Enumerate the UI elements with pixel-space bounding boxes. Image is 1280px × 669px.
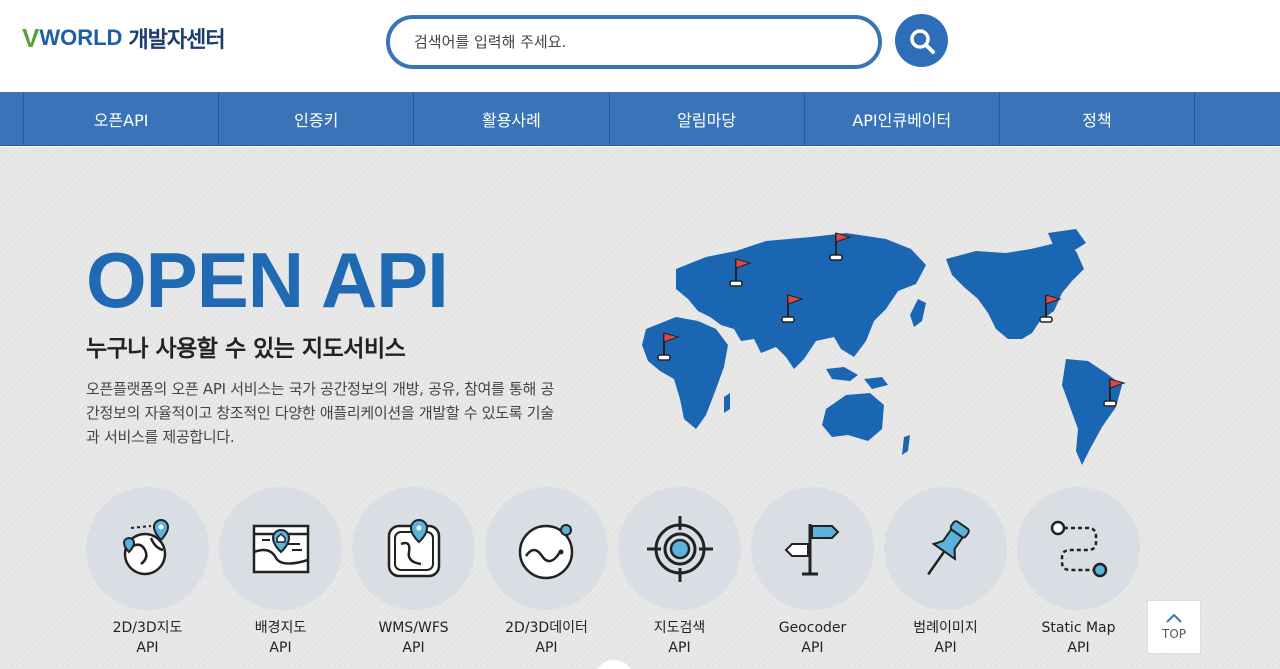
hero-subtitle: 누구나 사용할 수 있는 지도서비스: [86, 336, 406, 362]
logo-text: 개발자센터: [128, 28, 225, 53]
api-icon-circle: [1017, 487, 1140, 610]
api-label: WMS/WFS API: [378, 620, 449, 656]
hero-description: 오픈플랫폼의 오픈 API 서비스는 국가 공간정보의 개방, 공유, 참여를 …: [86, 380, 554, 446]
api-item-geocoder[interactable]: Geocoder API: [751, 487, 874, 658]
logo-v: V: [22, 22, 40, 53]
scroll-top-label: TOP: [1161, 627, 1186, 641]
api-list: 2D/3D지도 API 배경지도 API WMS/WFS API 2D/3D데이…: [86, 487, 1140, 658]
api-icon-circle: [86, 487, 209, 610]
api-item-base-map[interactable]: 배경지도 API: [219, 487, 342, 658]
search-box: [386, 15, 882, 69]
hero-section: OPEN API 누구나 사용할 수 있는 지도서비스 오픈플랫폼의 오픈 AP…: [0, 147, 1280, 669]
api-label: 범례이미지 API: [913, 620, 978, 656]
api-label: Geocoder API: [778, 620, 847, 656]
search-input[interactable]: [390, 19, 878, 65]
route-icon: [1050, 520, 1107, 577]
api-item-map-search[interactable]: 지도검색 API: [618, 487, 741, 658]
world-map-illustration: [642, 229, 1126, 465]
api-label: Static Map API: [1041, 620, 1116, 656]
nav-item-use-cases[interactable]: 활용사례: [414, 92, 610, 146]
map-window-icon: [252, 524, 309, 573]
search-button[interactable]: [895, 14, 948, 67]
hero-title: OPEN API: [86, 236, 449, 324]
signpost-icon: [784, 523, 839, 575]
nav-item-auth-key[interactable]: 인증키: [219, 92, 415, 146]
api-icon-circle: [352, 487, 475, 610]
chevron-up-icon: [1166, 613, 1182, 623]
globe-pin-icon: [122, 518, 169, 575]
api-label: 2D/3D지도 API: [112, 620, 183, 656]
vworld-logo-mark: V WORLD: [22, 23, 122, 54]
api-icon-circle: [219, 487, 342, 610]
api-icon-circle: [485, 487, 608, 610]
nav-item-notice[interactable]: 알림마당: [610, 92, 805, 146]
scroll-top-button[interactable]: TOP: [1147, 600, 1201, 654]
api-label: 배경지도 API: [254, 620, 307, 656]
data-globe-icon: [518, 523, 573, 579]
main-nav: 오픈API 인증키 활용사례 알림마당 API인큐베이터 정책: [0, 92, 1280, 146]
search-icon: [909, 28, 935, 54]
map-pin-icon: [387, 518, 440, 577]
api-item-2d3d-map[interactable]: 2D/3D지도 API: [86, 487, 209, 658]
nav-item-open-api[interactable]: 오픈API: [24, 92, 220, 146]
target-icon: [646, 515, 713, 582]
api-icon-circle: [884, 487, 1007, 610]
api-icon-circle: [751, 487, 874, 610]
site-logo[interactable]: V WORLD 개발자센터: [22, 22, 226, 54]
api-item-2d3d-data[interactable]: 2D/3D데이터 API: [485, 487, 608, 658]
site-header: V WORLD 개발자센터: [0, 0, 1280, 92]
api-icon-circle: [618, 487, 741, 610]
api-item-wms-wfs[interactable]: WMS/WFS API: [352, 487, 475, 658]
api-label: 2D/3D데이터 API: [505, 620, 588, 656]
logo-wordmark: WORLD: [39, 25, 123, 50]
api-item-static-map[interactable]: Static Map API: [1017, 487, 1140, 658]
nav-item-incubator[interactable]: API인큐베이터: [805, 92, 1000, 146]
api-label: 지도검색 API: [653, 620, 706, 656]
pushpin-icon: [926, 519, 970, 575]
api-item-legend-image[interactable]: 범례이미지 API: [884, 487, 1007, 658]
nav-item-policy[interactable]: 정책: [1000, 92, 1194, 146]
